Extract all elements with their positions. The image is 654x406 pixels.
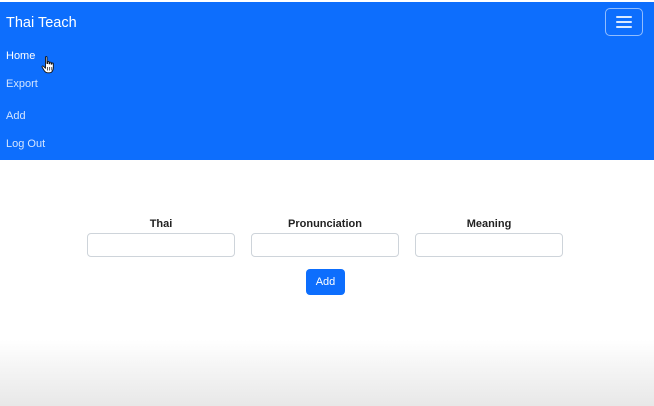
navbar: Thai Teach Home Export Add Log Out — [0, 2, 654, 160]
thai-label: Thai — [149, 218, 173, 230]
nav-link-home[interactable]: Home — [6, 50, 35, 62]
meaning-label: Meaning — [466, 218, 512, 230]
pronunciation-label: Pronunciation — [288, 218, 362, 230]
nav-link-export[interactable]: Export — [6, 78, 38, 90]
navbar-brand[interactable]: Thai Teach — [6, 15, 77, 31]
thai-input[interactable] — [87, 233, 235, 257]
nav-link-add[interactable]: Add — [6, 110, 26, 122]
page: Thai Teach Home Export Add Log Out Thai … — [0, 0, 654, 406]
meaning-input[interactable] — [415, 233, 563, 257]
hand-pointer-icon — [41, 56, 54, 74]
navbar-toggler-button[interactable] — [605, 8, 643, 36]
hamburger-menu-icon — [616, 16, 632, 28]
add-button[interactable]: Add — [306, 269, 345, 295]
pronunciation-input[interactable] — [251, 233, 399, 257]
nav-link-log-out[interactable]: Log Out — [6, 138, 45, 150]
